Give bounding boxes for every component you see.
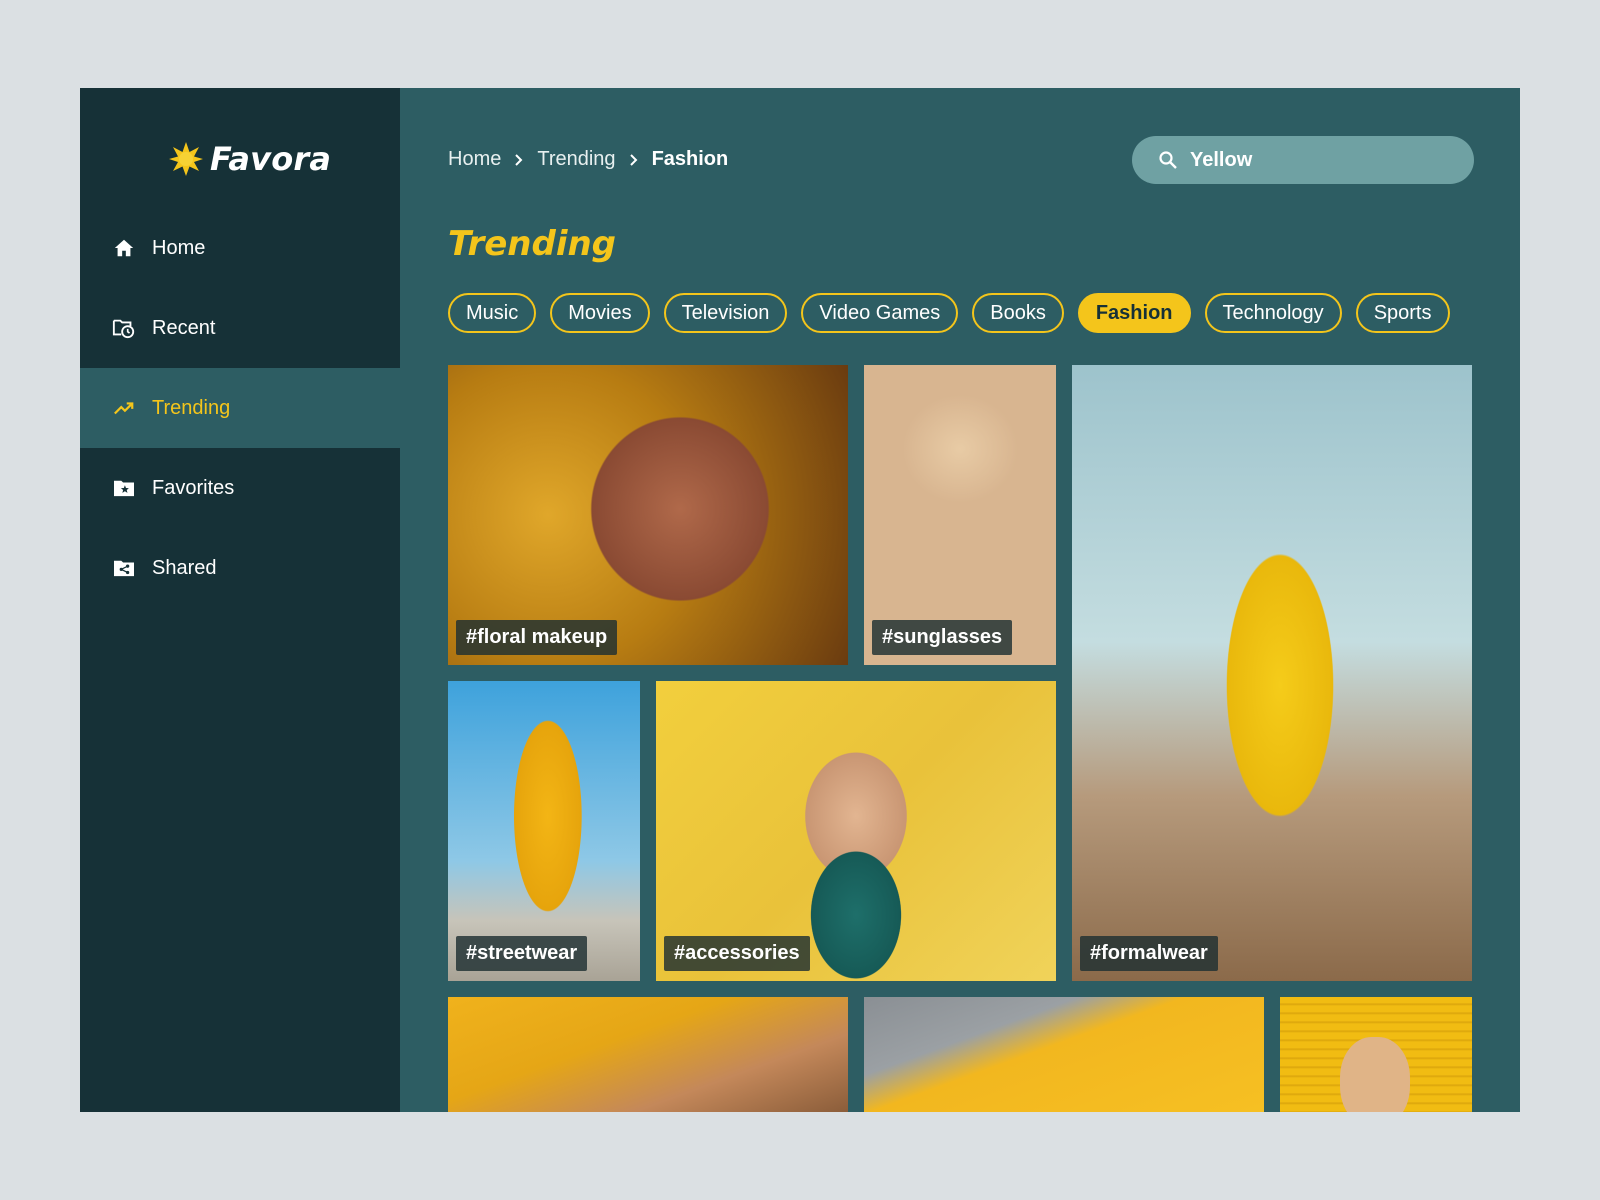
search-bar[interactable] xyxy=(1132,136,1474,184)
tile-tag: #sunglasses xyxy=(872,620,1013,655)
chip-books[interactable]: Books xyxy=(972,293,1064,333)
gallery-tile-formalwear[interactable]: #formalwear xyxy=(1072,365,1472,981)
chevron-right-icon xyxy=(628,153,640,166)
breadcrumb-home[interactable]: Home xyxy=(448,148,501,171)
tile-tag: #accessories xyxy=(664,936,810,971)
breadcrumb: Home Trending Fashion xyxy=(448,148,728,171)
shared-folder-icon xyxy=(112,556,136,580)
sidebar-item-label: Shared xyxy=(152,556,217,579)
app-window: Favora Home Recent Trending Favorites Sh… xyxy=(80,88,1520,1112)
recent-folder-icon xyxy=(112,316,136,340)
chip-music[interactable]: Music xyxy=(448,293,537,333)
main-content: Home Trending Fashion Trending Music Mov… xyxy=(400,88,1520,1112)
gallery-tile[interactable] xyxy=(864,997,1264,1112)
chip-sports[interactable]: Sports xyxy=(1355,293,1450,333)
gallery-tile[interactable] xyxy=(448,997,848,1112)
sidebar-item-label: Favorites xyxy=(152,476,235,499)
breadcrumb-trending[interactable]: Trending xyxy=(537,148,615,171)
breadcrumb-current: Fashion xyxy=(651,148,729,170)
chip-fashion[interactable]: Fashion xyxy=(1077,293,1191,333)
sidebar-nav: Home Recent Trending Favorites Shared xyxy=(80,208,400,608)
sidebar-item-home[interactable]: Home xyxy=(80,208,400,288)
chevron-right-icon xyxy=(513,153,525,166)
logo[interactable]: Favora xyxy=(168,140,331,178)
gallery-tile-sunglasses[interactable]: #sunglasses xyxy=(864,365,1056,665)
search-icon xyxy=(1159,151,1177,169)
sidebar-item-trending[interactable]: Trending xyxy=(80,368,400,448)
sidebar-item-favorites[interactable]: Favorites xyxy=(80,448,400,528)
chip-technology[interactable]: Technology xyxy=(1204,293,1342,333)
gallery-tile[interactable] xyxy=(1280,997,1472,1112)
sidebar-item-label: Home xyxy=(152,236,206,259)
page-title: Trending xyxy=(448,224,617,264)
sun-icon xyxy=(169,142,203,176)
chip-movies[interactable]: Movies xyxy=(550,293,650,333)
sidebar: Favora Home Recent Trending Favorites Sh… xyxy=(80,88,400,1112)
chip-video-games[interactable]: Video Games xyxy=(801,293,959,333)
chip-television[interactable]: Television xyxy=(663,293,788,333)
sidebar-item-recent[interactable]: Recent xyxy=(80,288,400,368)
tile-tag: #floral makeup xyxy=(456,620,618,655)
tile-tag: #streetwear xyxy=(456,936,588,971)
search-input[interactable] xyxy=(1190,148,1450,172)
home-icon xyxy=(112,236,136,260)
app-name: Favora xyxy=(210,140,332,178)
category-filter-bar: Music Movies Television Video Games Book… xyxy=(448,293,1450,333)
photo-subject xyxy=(1340,1037,1410,1112)
gallery-tile-streetwear[interactable]: #streetwear xyxy=(448,681,640,981)
sidebar-item-label: Trending xyxy=(152,396,231,419)
favorites-folder-icon xyxy=(112,476,136,500)
sidebar-item-label: Recent xyxy=(152,316,216,339)
sidebar-item-shared[interactable]: Shared xyxy=(80,528,400,608)
tile-tag: #formalwear xyxy=(1080,936,1218,971)
gallery-tile-accessories[interactable]: #accessories xyxy=(656,681,1056,981)
gallery-tile-floral-makeup[interactable]: #floral makeup xyxy=(448,365,848,665)
trending-icon xyxy=(112,396,136,420)
